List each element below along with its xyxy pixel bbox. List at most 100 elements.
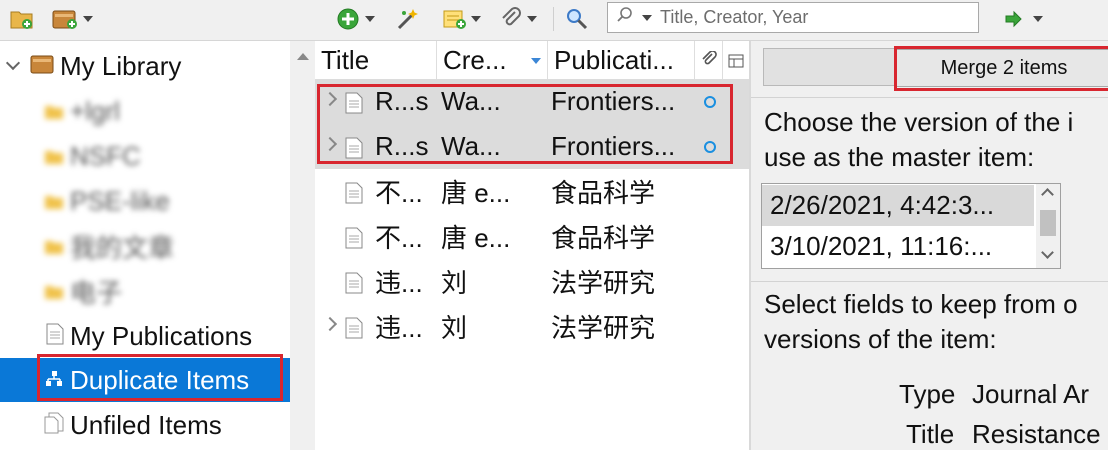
divider <box>751 97 1108 98</box>
item-row[interactable]: R...s Wa... Frontiers... <box>315 124 749 169</box>
unfiled-items-icon <box>44 410 64 441</box>
paperclip-icon <box>500 7 522 31</box>
tree-item-collection[interactable]: NSFC <box>0 134 290 178</box>
item-publication-cell: 食品科学 <box>551 223 656 253</box>
folder-add-icon <box>10 8 34 30</box>
version-list-scrollbar[interactable] <box>1036 184 1060 268</box>
item-publication-cell: Frontiers... <box>551 131 676 161</box>
column-header-attachments[interactable] <box>695 41 723 79</box>
collections-scrollbar[interactable] <box>290 41 315 450</box>
expand-chevron-icon[interactable] <box>322 91 338 107</box>
version-list[interactable]: 2/26/2021, 4:42:3... 3/10/2021, 11:16:..… <box>761 183 1061 269</box>
column-header-label: Cre... <box>443 44 507 75</box>
select-fields-text: versions of the item: <box>764 324 997 354</box>
tree-item-label: +lgrl <box>70 95 120 126</box>
column-picker[interactable] <box>723 41 749 79</box>
search-icon <box>616 6 634 29</box>
item-publication-cell: 食品科学 <box>551 178 656 208</box>
item-publication-cell: 法学研究 <box>551 268 656 298</box>
item-publication-cell: 法学研究 <box>551 313 656 343</box>
item-creator-cell: 唐 e... <box>441 178 511 208</box>
magic-wand-icon <box>396 7 420 31</box>
column-header-title[interactable]: Title <box>315 41 437 79</box>
tree-item-my-publications[interactable]: My Publications <box>0 314 290 358</box>
sort-descending-icon <box>531 58 541 64</box>
item-title-cell: 违... <box>375 313 423 343</box>
item-row[interactable]: R...s Wa... Frontiers... <box>315 79 749 124</box>
document-icon <box>345 135 363 166</box>
tree-item-collection[interactable]: +lgrl <box>0 89 290 133</box>
expand-chevron-icon[interactable] <box>322 136 338 152</box>
green-arrow-icon <box>1003 9 1023 29</box>
chevron-down-icon[interactable] <box>5 55 21 71</box>
column-header-label: Publicati... <box>554 44 674 75</box>
toolbar: Title, Creator, Year <box>0 0 1108 41</box>
new-item-button[interactable] <box>336 6 375 32</box>
tree-item-collection[interactable]: 我的文章 <box>0 224 290 268</box>
choose-version-text: use as the master item: <box>764 142 1035 172</box>
attach-button[interactable] <box>500 6 537 32</box>
search-placeholder: Title, Creator, Year <box>660 7 809 27</box>
chevron-down-icon <box>471 16 481 22</box>
library-add-icon <box>52 8 78 30</box>
item-title-cell: 不... <box>375 223 423 253</box>
document-icon <box>345 270 363 301</box>
merge-button[interactable]: Merge 2 items <box>896 49 1108 87</box>
field-value-title: Resistance <box>972 419 1101 449</box>
item-creator-cell: 刘 <box>441 313 468 343</box>
version-option[interactable]: 3/10/2021, 11:16:... <box>762 226 1034 267</box>
tree-item-my-library[interactable]: My Library <box>0 44 290 88</box>
divider <box>751 281 1108 282</box>
search-mode-chevron-icon[interactable] <box>642 14 652 21</box>
scroll-up-icon[interactable] <box>297 53 309 60</box>
new-library-button[interactable] <box>52 6 93 32</box>
tree-item-collection[interactable]: PSE-like <box>0 179 290 223</box>
document-icon <box>345 180 363 211</box>
scroll-down-icon[interactable] <box>1041 246 1054 259</box>
tree-item-label: Duplicate Items <box>70 364 250 395</box>
duplicate-items-icon <box>44 365 64 396</box>
chevron-down-icon <box>527 16 537 22</box>
tree-item-label: 我的文章 <box>70 232 175 263</box>
document-icon <box>345 90 363 121</box>
item-row[interactable]: 违... 刘 法学研究 <box>315 259 749 304</box>
item-title-cell: R...s <box>375 131 429 161</box>
new-note-button[interactable] <box>442 6 481 32</box>
library-icon <box>30 51 54 82</box>
attachment-indicator[interactable] <box>704 79 718 124</box>
tree-item-collection[interactable]: 电子 <box>0 269 290 313</box>
item-row[interactable]: 违... 刘 法学研究 <box>315 304 749 349</box>
item-creator-cell: Wa... <box>441 131 501 161</box>
new-collection-button[interactable] <box>10 6 34 32</box>
document-icon <box>345 225 363 256</box>
item-title-cell: 违... <box>375 268 423 298</box>
tree-item-label: 电子 <box>70 277 123 308</box>
item-row[interactable]: 不... 唐 e... 食品科学 <box>315 214 749 259</box>
column-header-creator[interactable]: Cre... <box>437 41 548 79</box>
toolbar-separator <box>553 7 554 31</box>
collections-pane: My Library +lgrl NSFC PSE-like 我的文章 电子 M… <box>0 41 290 450</box>
item-row[interactable]: 不... 唐 e... 食品科学 <box>315 169 749 214</box>
folder-icon <box>44 141 64 172</box>
advanced-search-button[interactable] <box>565 6 589 32</box>
tree-item-label: PSE-like <box>70 185 170 216</box>
tree-item-label: Unfiled Items <box>70 409 222 440</box>
column-header-publication[interactable]: Publicati... <box>548 41 695 79</box>
field-name-title: Title <box>906 419 955 449</box>
chevron-down-icon <box>83 16 93 22</box>
sync-button[interactable] <box>1003 6 1043 32</box>
expand-chevron-icon[interactable] <box>322 316 338 332</box>
items-pane: Title Cre... Publicati... R...s Wa... Fron… <box>315 41 749 450</box>
scroll-thumb[interactable] <box>1040 210 1056 236</box>
item-title-cell: R...s <box>375 86 429 116</box>
add-by-identifier-button[interactable] <box>396 6 420 32</box>
search-input[interactable]: Title, Creator, Year <box>607 2 979 33</box>
tree-item-duplicate-items[interactable]: Duplicate Items <box>0 358 290 402</box>
scroll-up-icon[interactable] <box>1041 188 1054 201</box>
chevron-down-icon <box>1033 16 1043 22</box>
version-option[interactable]: 2/26/2021, 4:42:3... <box>762 185 1034 226</box>
attachment-indicator[interactable] <box>704 124 718 169</box>
tree-item-unfiled-items[interactable]: Unfiled Items <box>0 403 290 447</box>
attachment-dot-icon <box>704 95 716 108</box>
folder-icon <box>44 276 64 307</box>
